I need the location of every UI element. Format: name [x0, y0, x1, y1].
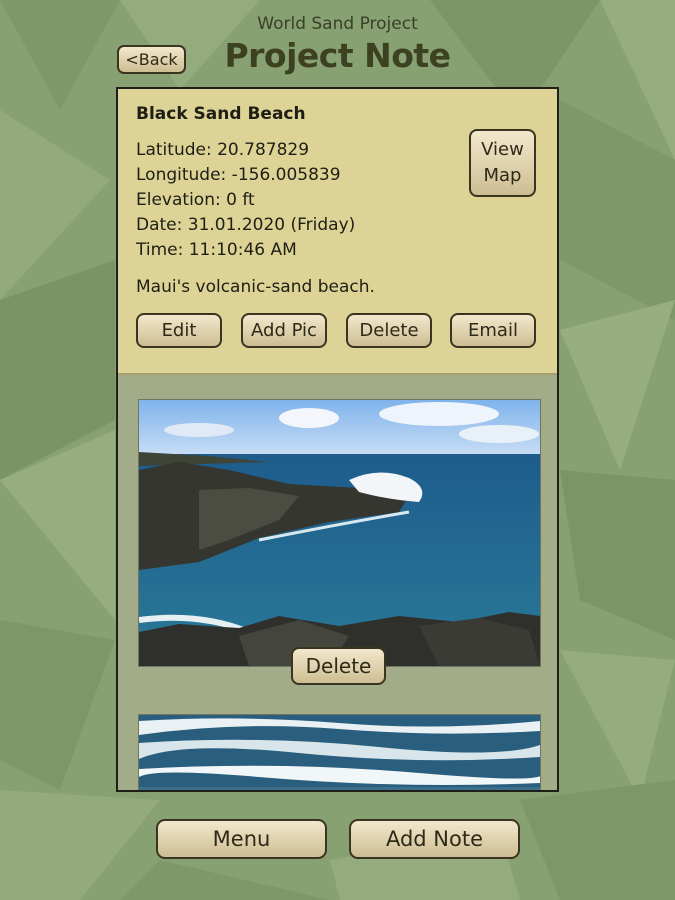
- app-name: World Sand Project: [257, 14, 418, 34]
- delete-photo-button[interactable]: Delete: [291, 647, 386, 685]
- location-name: Black Sand Beach: [136, 104, 306, 124]
- back-button[interactable]: <Back: [117, 45, 186, 74]
- note-info-section: Black Sand Beach Latitude: 20.787829 Lon…: [118, 89, 557, 375]
- note-description: Maui's volcanic-sand beach.: [136, 277, 375, 297]
- latitude-text: Latitude: 20.787829: [136, 140, 310, 160]
- view-map-button[interactable]: View Map: [469, 129, 536, 197]
- email-button[interactable]: Email: [450, 313, 536, 348]
- add-note-button[interactable]: Add Note: [349, 819, 520, 859]
- elevation-text: Elevation: 0 ft: [136, 190, 255, 210]
- delete-note-button[interactable]: Delete: [346, 313, 432, 348]
- edit-button[interactable]: Edit: [136, 313, 222, 348]
- date-text: Date: 31.01.2020 (Friday): [136, 215, 356, 235]
- note-photo-1: [138, 399, 541, 667]
- view-map-label-2: Map: [483, 165, 522, 186]
- time-text: Time: 11:10:46 AM: [136, 240, 297, 260]
- view-map-label-1: View: [481, 139, 524, 160]
- note-scroll-panel[interactable]: Black Sand Beach Latitude: 20.787829 Lon…: [116, 87, 559, 792]
- longitude-text: Longitude: -156.005839: [136, 165, 341, 185]
- menu-button[interactable]: Menu: [156, 819, 327, 859]
- add-pic-button[interactable]: Add Pic: [241, 313, 327, 348]
- page-title: Project Note: [224, 36, 451, 75]
- note-photo-2: [138, 714, 541, 790]
